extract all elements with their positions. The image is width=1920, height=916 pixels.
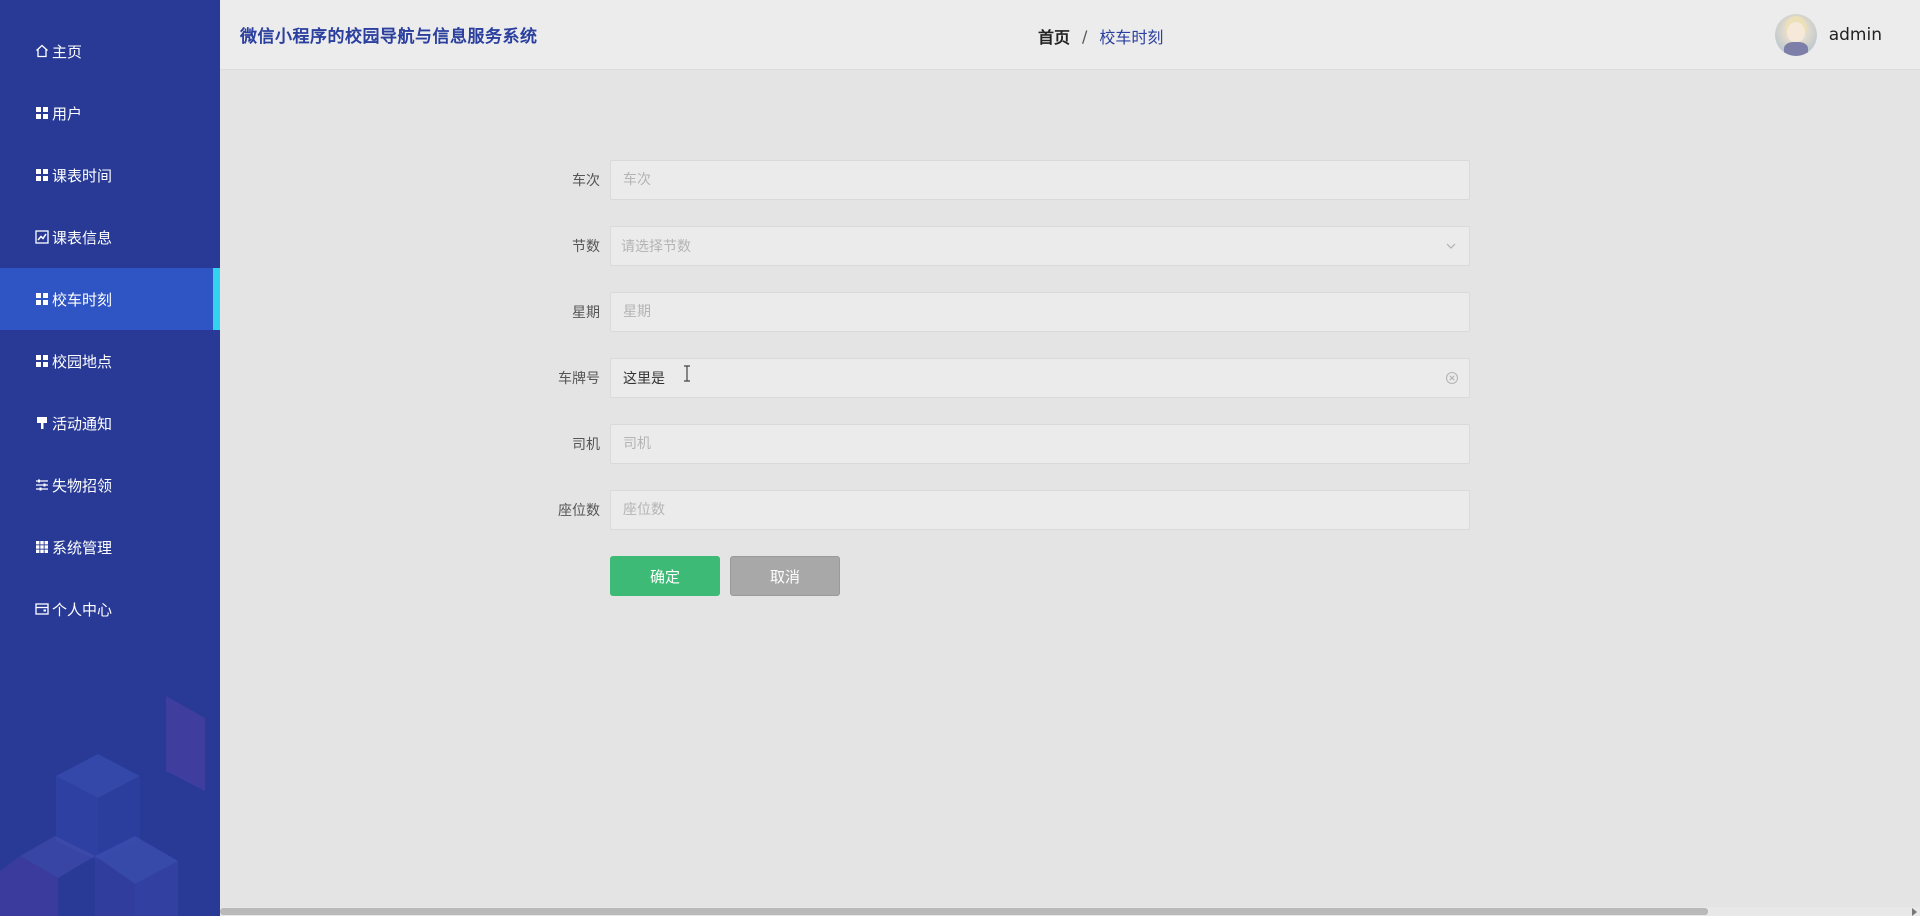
period-label: 节数 xyxy=(572,239,600,255)
driver-field xyxy=(610,424,1470,464)
seats-field xyxy=(610,490,1470,530)
sidebar-item-system-management[interactable]: 系统管理 xyxy=(0,516,220,578)
weekday-input[interactable] xyxy=(611,293,1469,331)
sidebar-item-lost-found[interactable]: 失物招领 xyxy=(0,454,220,516)
sliders-icon xyxy=(34,478,49,493)
brush-icon xyxy=(34,416,49,431)
top-header: 微信小程序的校园导航与信息服务系统 首页 / 校车时刻 admin xyxy=(220,0,1920,70)
grid-icon xyxy=(34,292,49,307)
sidebar-item-label: 课表时间 xyxy=(52,166,113,185)
scroll-right-arrow-icon[interactable] xyxy=(1912,908,1917,916)
sidebar: 主页 用户 课表时间 课表信息 校车时刻 校园地点 活动通知 失物招领 系统管理… xyxy=(0,0,220,916)
chart-icon xyxy=(34,230,49,245)
apps-icon xyxy=(34,540,49,555)
sidebar-item-bus-schedule[interactable]: 校车时刻 xyxy=(0,268,220,330)
user-menu[interactable]: admin xyxy=(1774,14,1882,56)
horizontal-scrollbar[interactable] xyxy=(220,907,1920,916)
seats-input[interactable] xyxy=(611,491,1469,529)
grid-icon xyxy=(34,168,49,183)
plate-label: 车牌号 xyxy=(558,371,600,387)
clear-icon[interactable] xyxy=(1445,371,1459,385)
sidebar-item-users[interactable]: 用户 xyxy=(0,82,220,144)
sidebar-item-label: 校车时刻 xyxy=(52,290,113,309)
driver-input[interactable] xyxy=(611,425,1469,463)
bus-schedule-form: 车次 节数 请选择节数 星期 车牌号 司机 座位数 xyxy=(540,160,1470,596)
driver-label: 司机 xyxy=(572,437,600,453)
form-row-weekday: 星期 xyxy=(540,292,1470,332)
form-row-trip: 车次 xyxy=(540,160,1470,200)
chevron-down-icon xyxy=(1446,243,1456,249)
period-select-placeholder: 请选择节数 xyxy=(621,239,691,255)
avatar[interactable] xyxy=(1774,14,1817,56)
sidebar-item-label: 校园地点 xyxy=(52,352,113,371)
sidebar-item-label: 系统管理 xyxy=(52,538,113,557)
scrollbar-thumb[interactable] xyxy=(220,908,1708,915)
sidebar-item-label: 失物招领 xyxy=(52,476,113,495)
plate-input[interactable] xyxy=(611,359,1469,397)
sidebar-item-class-info[interactable]: 课表信息 xyxy=(0,206,220,268)
breadcrumb-separator: / xyxy=(1082,26,1088,46)
sidebar-item-label: 课表信息 xyxy=(52,228,113,247)
grid-icon xyxy=(34,106,49,121)
trip-field xyxy=(610,160,1470,200)
breadcrumb-home[interactable]: 首页 xyxy=(1038,24,1070,48)
home-icon xyxy=(34,44,49,59)
sidebar-item-label: 个人中心 xyxy=(52,600,113,619)
sidebar-item-label: 活动通知 xyxy=(52,414,113,433)
confirm-button[interactable]: 确定 xyxy=(610,556,720,596)
form-actions: 确定 取消 xyxy=(610,556,1470,596)
cancel-button[interactable]: 取消 xyxy=(730,556,840,596)
app-title: 微信小程序的校园导航与信息服务系统 xyxy=(240,27,538,47)
sidebar-item-campus-places[interactable]: 校园地点 xyxy=(0,330,220,392)
sidebar-item-personal-center[interactable]: 个人中心 xyxy=(0,578,220,640)
trip-input[interactable] xyxy=(611,161,1469,199)
sidebar-item-class-time[interactable]: 课表时间 xyxy=(0,144,220,206)
form-row-seats: 座位数 xyxy=(540,490,1470,530)
card-icon xyxy=(34,602,49,617)
period-select[interactable]: 请选择节数 xyxy=(610,226,1470,266)
sidebar-item-label: 主页 xyxy=(52,42,83,61)
plate-field xyxy=(610,358,1470,398)
breadcrumb-current: 校车时刻 xyxy=(1099,28,1164,47)
sidebar-menu: 主页 用户 课表时间 课表信息 校车时刻 校园地点 活动通知 失物招领 系统管理… xyxy=(0,20,220,640)
username[interactable]: admin xyxy=(1829,25,1882,45)
text-cursor-icon xyxy=(684,365,690,382)
form-row-plate: 车牌号 xyxy=(540,358,1470,398)
sidebar-item-home[interactable]: 主页 xyxy=(0,20,220,82)
form-row-driver: 司机 xyxy=(540,424,1470,464)
weekday-field xyxy=(610,292,1470,332)
seats-label: 座位数 xyxy=(558,503,600,519)
breadcrumb: 首页 / 校车时刻 xyxy=(1038,24,1163,48)
weekday-label: 星期 xyxy=(572,305,600,321)
form-row-period: 节数 请选择节数 xyxy=(540,226,1470,266)
sidebar-item-label: 用户 xyxy=(52,104,83,123)
sidebar-item-activity-notice[interactable]: 活动通知 xyxy=(0,392,220,454)
sidebar-decoration xyxy=(0,696,205,916)
grid-icon xyxy=(34,354,49,369)
trip-label: 车次 xyxy=(572,173,600,189)
